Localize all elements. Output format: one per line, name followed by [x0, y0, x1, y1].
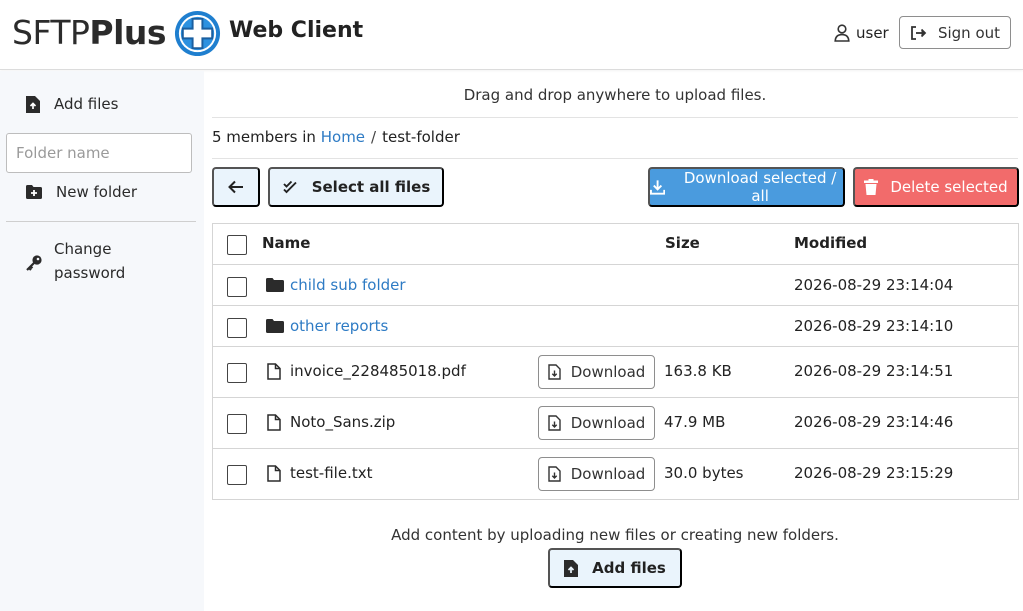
file-name: test-file.txt: [290, 464, 373, 482]
table-row: test-file.txt Download 30.0 bytes 2026-0…: [213, 449, 1018, 499]
file-icon: [267, 465, 281, 482]
folder-name-link[interactable]: child sub folder: [290, 276, 406, 294]
column-header-modified[interactable]: Modified: [794, 234, 867, 252]
column-header-name[interactable]: Name: [262, 234, 310, 252]
select-all-button[interactable]: Select all files: [268, 167, 444, 207]
delete-selected-label: Delete selected: [890, 178, 1008, 196]
sign-out-button[interactable]: Sign out: [899, 16, 1011, 49]
file-size: 163.8 KB: [664, 362, 732, 380]
modified-date: 2026-08-29 23:14:04: [794, 276, 954, 294]
select-all-label: Select all files: [311, 178, 431, 196]
breadcrumb-current: test-folder: [382, 128, 460, 146]
modified-date: 2026-08-29 23:15:29: [794, 464, 954, 482]
sidebar-new-folder[interactable]: New folder: [26, 183, 137, 201]
download-file-button[interactable]: Download: [538, 355, 655, 389]
row-checkbox[interactable]: [227, 465, 247, 485]
download-selected-label: Download selected / all: [683, 169, 837, 205]
change-password-label: Change password: [54, 237, 125, 285]
member-count: 5 members in: [212, 128, 316, 146]
modified-date: 2026-08-29 23:14:46: [794, 413, 954, 431]
file-download-icon: [548, 364, 561, 380]
sidebar-change-password[interactable]: Change password: [26, 237, 125, 285]
sign-out-icon: [911, 25, 927, 40]
file-size: 47.9 MB: [664, 413, 726, 431]
table-row: Noto_Sans.zip Download 47.9 MB 2026-08-2…: [213, 398, 1018, 449]
table-row: child sub folder 2026-08-29 23:14:04: [213, 265, 1018, 306]
user-menu[interactable]: user: [834, 21, 889, 45]
sidebar-new-folder-label: New folder: [56, 183, 138, 201]
download-selected-button[interactable]: Download selected / all: [648, 167, 845, 207]
modified-date: 2026-08-29 23:14:10: [794, 317, 954, 335]
logo-wordmark: SFTPPlus: [12, 13, 167, 52]
table-row: other reports 2026-08-29 23:14:10: [213, 306, 1018, 347]
sidebar: Add files New folder Change password: [0, 71, 204, 611]
download-file-button[interactable]: Download: [538, 457, 655, 491]
breadcrumb-home-link[interactable]: Home: [321, 128, 365, 146]
folder-icon: [266, 319, 284, 333]
back-button[interactable]: [212, 167, 260, 207]
sidebar-add-files-label: Add files: [54, 95, 119, 113]
folder-icon: [266, 278, 284, 292]
modified-date: 2026-08-29 23:14:51: [794, 362, 954, 380]
add-files-label: Add files: [592, 559, 666, 577]
logo-prefix: SFTP: [12, 13, 90, 52]
delete-selected-button[interactable]: Delete selected: [853, 167, 1019, 207]
file-name: invoice_228485018.pdf: [290, 362, 466, 380]
drag-drop-hint: Drag and drop anywhere to upload files.: [463, 86, 767, 104]
sidebar-divider: [6, 221, 196, 222]
user-icon: [834, 24, 850, 42]
logo-suffix: Plus: [89, 13, 167, 52]
trash-icon: [864, 179, 879, 195]
arrow-left-icon: [228, 180, 243, 194]
change-password-line2: password: [54, 264, 126, 282]
select-all-checkbox[interactable]: [227, 235, 247, 255]
breadcrumb-separator: /: [371, 128, 377, 146]
download-icon: [650, 180, 666, 195]
table-row: invoice_228485018.pdf Download 163.8 KB …: [213, 347, 1018, 398]
table-header-row: Name Size Modified: [213, 224, 1018, 265]
file-name: Noto_Sans.zip: [290, 413, 396, 431]
sign-out-label: Sign out: [937, 23, 1001, 42]
row-checkbox[interactable]: [227, 318, 247, 338]
download-file-label: Download: [570, 414, 646, 432]
app-name: Web Client: [229, 18, 364, 43]
download-file-label: Download: [570, 465, 646, 483]
change-password-line1: Change: [54, 240, 112, 258]
user-name: user: [856, 24, 889, 42]
row-checkbox[interactable]: [227, 277, 247, 297]
file-table: Name Size Modified child sub folder 2026…: [212, 223, 1019, 500]
logo-cross-icon: [174, 10, 221, 57]
row-checkbox[interactable]: [227, 414, 247, 434]
double-check-icon: [283, 180, 297, 194]
folder-plus-icon: [26, 185, 42, 199]
folder-name-input[interactable]: [6, 133, 192, 173]
file-upload-icon: [26, 95, 40, 113]
file-upload-icon: [564, 559, 579, 577]
divider-top: [212, 117, 1018, 118]
file-download-icon: [548, 466, 561, 482]
key-icon: [26, 255, 42, 271]
file-size: 30.0 bytes: [664, 464, 744, 482]
divider-breadcrumb: [212, 158, 1018, 159]
row-checkbox[interactable]: [227, 363, 247, 383]
download-file-label: Download: [570, 363, 646, 381]
sidebar-add-files[interactable]: Add files: [26, 95, 118, 113]
column-header-size[interactable]: Size: [665, 234, 700, 252]
folder-name-link[interactable]: other reports: [290, 317, 388, 335]
add-files-button[interactable]: Add files: [548, 548, 682, 588]
file-icon: [267, 414, 281, 431]
download-file-button[interactable]: Download: [538, 406, 655, 440]
breadcrumb: 5 members in Home / test-folder: [212, 128, 460, 146]
file-download-icon: [548, 415, 561, 431]
file-icon: [267, 363, 281, 380]
empty-folder-hint: Add content by uploading new files or cr…: [391, 526, 839, 544]
app-header: SFTPPlus Web Client user Sign out: [0, 0, 1023, 70]
